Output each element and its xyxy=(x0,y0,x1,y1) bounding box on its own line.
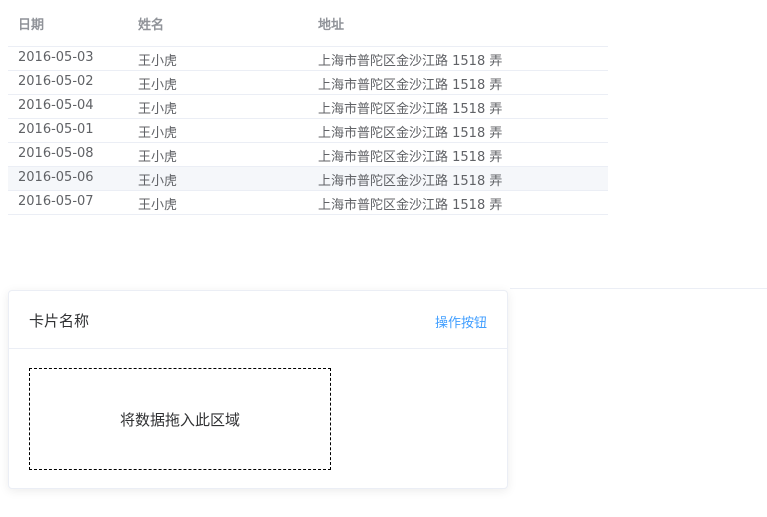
cell-date: 2016-05-06 xyxy=(18,170,94,185)
cell-address: 上海市普陀区金沙江路 1518 弄 xyxy=(318,126,503,141)
cell-name: 王小虎 xyxy=(138,54,178,69)
table-row[interactable]: 2016-05-03 王小虎 上海市普陀区金沙江路 1518 弄 xyxy=(8,47,608,71)
cell-date: 2016-05-02 xyxy=(18,74,94,89)
cell-date: 2016-05-01 xyxy=(18,122,94,137)
cell-date: 2016-05-04 xyxy=(18,98,94,113)
cell-date: 2016-05-07 xyxy=(18,194,94,209)
table-header: 日期 姓名 地址 xyxy=(8,0,608,47)
card-title: 卡片名称 xyxy=(29,312,90,330)
cell-address: 上海市普陀区金沙江路 1518 弄 xyxy=(318,198,503,213)
table-row[interactable]: 2016-05-04 王小虎 上海市普陀区金沙江路 1518 弄 xyxy=(8,95,608,119)
column-header-name[interactable]: 姓名 xyxy=(138,14,164,33)
cell-name: 王小虎 xyxy=(138,78,178,93)
card: 卡片名称 操作按钮 将数据拖入此区域 xyxy=(8,290,508,489)
column-header-date[interactable]: 日期 xyxy=(18,14,44,33)
table-row[interactable]: 2016-05-07 王小虎 上海市普陀区金沙江路 1518 弄 xyxy=(8,191,608,215)
cell-address: 上海市普陀区金沙江路 1518 弄 xyxy=(318,102,503,117)
drop-zone-label: 将数据拖入此区域 xyxy=(119,410,240,429)
cell-date: 2016-05-03 xyxy=(18,50,94,65)
cell-name: 王小虎 xyxy=(138,174,178,189)
table-body: 2016-05-03 王小虎 上海市普陀区金沙江路 1518 弄 2016-05… xyxy=(8,47,608,215)
card-header: 卡片名称 操作按钮 xyxy=(9,291,507,349)
cell-name: 王小虎 xyxy=(138,102,178,117)
table-row[interactable]: 2016-05-01 王小虎 上海市普陀区金沙江路 1518 弄 xyxy=(8,119,608,143)
table-row[interactable]: 2016-05-02 王小虎 上海市普陀区金沙江路 1518 弄 xyxy=(8,71,608,95)
drop-zone[interactable]: 将数据拖入此区域 xyxy=(29,368,331,470)
divider xyxy=(510,288,767,289)
data-table: 日期 姓名 地址 2016-05-03 王小虎 上海市普陀区金沙江路 1518 … xyxy=(8,0,608,215)
table-row[interactable]: 2016-05-06 王小虎 上海市普陀区金沙江路 1518 弄 xyxy=(8,167,608,191)
cell-name: 王小虎 xyxy=(138,198,178,213)
cell-address: 上海市普陀区金沙江路 1518 弄 xyxy=(318,174,503,189)
cell-address: 上海市普陀区金沙江路 1518 弄 xyxy=(318,78,503,93)
cell-address: 上海市普陀区金沙江路 1518 弄 xyxy=(318,54,503,69)
card-action-button[interactable]: 操作按钮 xyxy=(435,312,487,331)
cell-name: 王小虎 xyxy=(138,126,178,141)
cell-date: 2016-05-08 xyxy=(18,146,94,161)
cell-name: 王小虎 xyxy=(138,150,178,165)
column-header-address[interactable]: 地址 xyxy=(318,14,344,33)
cell-address: 上海市普陀区金沙江路 1518 弄 xyxy=(318,150,503,165)
table-row[interactable]: 2016-05-08 王小虎 上海市普陀区金沙江路 1518 弄 xyxy=(8,143,608,167)
